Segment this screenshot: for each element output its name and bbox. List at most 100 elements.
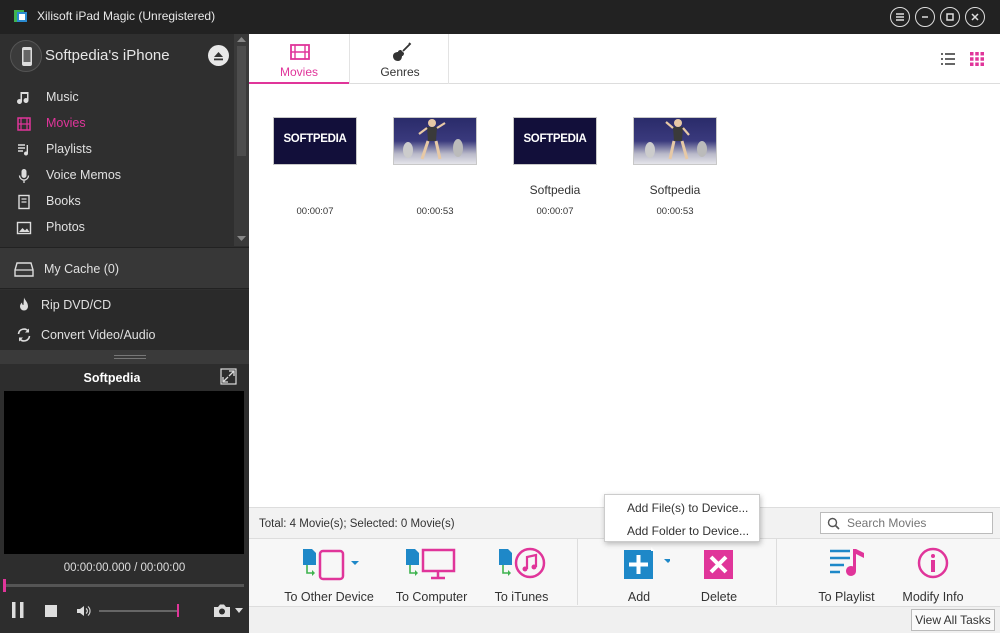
list-view-icon[interactable] [940,52,956,66]
rip-dvd-label: Rip DVD/CD [41,298,112,312]
volume-slider[interactable] [99,610,179,612]
search-box[interactable] [820,512,993,534]
to-itunes-button[interactable]: To iTunes [484,547,559,605]
to-other-device-button[interactable]: To Other Device [279,547,379,605]
nav-item-photos[interactable]: Photos [0,214,234,240]
to-device-icon [303,549,359,581]
rip-dvd-cd[interactable]: Rip DVD/CD [0,290,249,320]
nav-label: Playlists [46,142,92,156]
footer-bar: View All Tasks [249,606,1000,633]
convert-video-audio[interactable]: Convert Video/Audio [0,320,249,350]
nav-item-books[interactable]: Books [0,188,234,214]
film-icon [290,44,310,60]
category-tabs: Movies Genres [249,34,1000,84]
flame-icon [20,297,28,311]
seek-handle[interactable] [3,579,6,592]
minimize-icon [922,16,928,18]
itunes-icon [499,547,546,579]
tools-section: Rip DVD/CD Convert Video/Audio [0,290,249,350]
minimize-button[interactable] [915,7,935,27]
nav-label: Books [46,194,81,208]
to-computer-label: To Computer [395,590,468,604]
nav-label: Photos [46,220,85,234]
app-logo-icon [14,10,27,22]
to-other-device-label: To Other Device [284,590,374,604]
camera-icon[interactable] [212,603,232,618]
stop-icon[interactable] [44,604,58,618]
nav-scrollbar[interactable] [234,34,249,246]
to-playlist-button[interactable]: To Playlist [814,547,879,605]
movie-duration: 00:00:07 [296,206,334,217]
my-cache[interactable]: My Cache (0) [0,247,249,289]
tab-label: Movies [279,65,318,79]
movie-thumbnail: SOFTPEDIA [513,117,597,165]
to-itunes-label: To iTunes [494,590,549,604]
nav-item-voice-memos[interactable]: Voice Memos [0,162,234,188]
add-folder-menu-item[interactable]: Add Folder to Device... [627,524,749,538]
maximize-button[interactable] [940,7,960,27]
nav-label: Music [46,90,79,104]
playlist-add-icon [830,549,864,576]
add-files-menu-item[interactable]: Add File(s) to Device... [627,501,748,515]
modify-info-button[interactable]: Modify Info [897,547,969,605]
chevron-down-icon[interactable] [235,608,243,614]
close-button[interactable] [965,7,985,27]
nav-label: Movies [46,116,86,130]
splitter-grip [114,355,146,359]
delete-label: Delete [700,590,738,604]
volume-icon[interactable] [76,604,92,618]
grid-view-icon[interactable] [969,52,985,66]
film-icon [17,117,31,131]
preview-player: Softpedia 00:00:00.000 / 00:00:00 [0,364,249,633]
nav-item-playlists[interactable]: Playlists [0,136,234,162]
status-text: Total: 4 Movie(s); Selected: 0 Movie(s) [259,518,455,530]
add-button[interactable]: Add [614,547,670,605]
nav-item-movies[interactable]: Movies [0,110,234,136]
delete-button[interactable]: Delete [694,547,744,605]
device-name: Softpedia's iPhone [45,47,170,64]
seek-bar[interactable] [4,584,244,587]
tab-movies[interactable]: Movies [249,34,349,84]
menu-icon [896,13,904,21]
movie-title: Softpedia [649,183,701,197]
modify-info-label: Modify Info [902,590,964,604]
search-icon [827,517,840,530]
scroll-down-icon [237,236,246,241]
expand-icon[interactable] [220,368,237,385]
softpedia-logo: SOFTPEDIA [523,133,587,145]
volume-handle[interactable] [177,604,179,617]
microphone-icon [18,169,30,183]
music-note-icon [17,92,29,104]
maximize-icon [946,13,954,21]
tab-genres[interactable]: Genres [349,34,449,84]
menu-button[interactable] [890,7,910,27]
panel-splitter[interactable] [0,350,249,364]
main-panel: Movies Genres SOFTPEDIA 00:00:07 00:00:5… [249,34,1000,633]
book-icon [18,194,30,210]
device-header[interactable]: Softpedia's iPhone [0,34,249,78]
movie-thumbnail [633,117,717,165]
action-toolbar: To Other Device To Computer To iTunes Ad… [249,538,1000,606]
add-dropdown-menu: Add File(s) to Device... Add Folder to D… [604,494,760,542]
video-screen[interactable] [4,391,244,554]
close-icon [971,13,979,21]
movie-duration: 00:00:53 [656,206,694,217]
add-label: Add [627,590,651,604]
hard-drive-icon [14,262,34,277]
nav-item-music[interactable]: Music [0,84,234,110]
to-computer-icon [406,548,456,580]
to-computer-button[interactable]: To Computer [389,547,474,605]
pause-icon[interactable] [10,601,26,619]
movie-duration: 00:00:53 [416,206,454,217]
playlist-icon [18,144,29,156]
dancer-figure [645,119,707,160]
guitar-icon [393,42,412,61]
eject-icon [214,52,223,61]
photo-icon [16,221,32,235]
view-all-tasks-button[interactable]: View All Tasks [911,609,995,631]
scrollbar-thumb[interactable] [237,46,246,156]
scroll-up-icon [237,37,246,42]
nav-label: Voice Memos [46,168,122,182]
eject-button[interactable] [208,45,229,66]
search-input[interactable] [847,515,989,531]
